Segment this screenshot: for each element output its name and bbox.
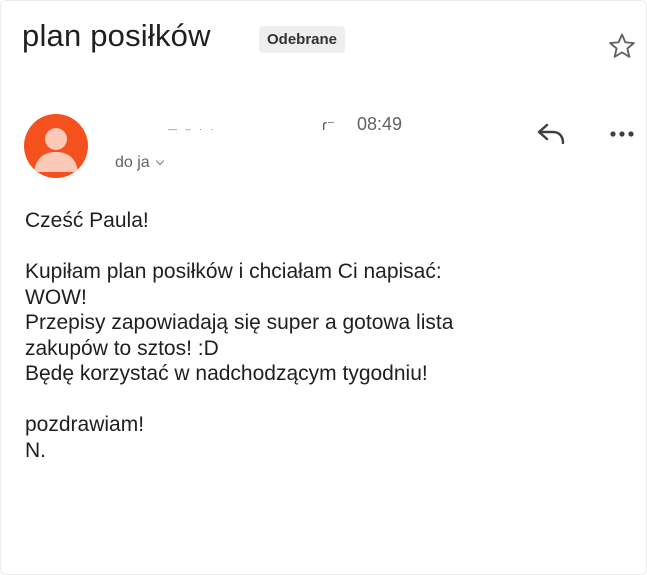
chevron-down-icon xyxy=(155,156,164,166)
more-horizontal-icon[interactable] xyxy=(608,124,636,144)
recipient-toggle[interactable]: do ja xyxy=(115,154,164,172)
body-line: Będę korzystać w nadchodzącym tygodniu! xyxy=(25,362,428,385)
body-signoff: pozdrawiam! xyxy=(25,413,145,436)
body-signature: N. xyxy=(25,438,46,462)
email-time: 08:49 xyxy=(357,114,403,134)
recipient-label: do ja xyxy=(115,154,150,171)
person-avatar-icon xyxy=(34,128,78,172)
time-prefix: ɾ⁻ xyxy=(322,117,335,134)
sender-name[interactable]: — – · · xyxy=(168,124,217,134)
inbox-label-badge[interactable]: Odebrane xyxy=(259,26,346,53)
body-line: Przepisy zapowiadają się super a gotowa … xyxy=(25,311,454,334)
email-body: Cześć Paula! Kupiłam plan posiłków i chc… xyxy=(25,208,625,463)
body-line: zakupów to sztos! :D xyxy=(25,336,219,360)
sender-avatar[interactable] xyxy=(24,114,88,178)
body-line: Kupiłam plan posiłków i chciałam Ci napi… xyxy=(25,260,442,283)
email-subject: plan posiłków xyxy=(22,18,211,53)
body-greeting: Cześć Paula! xyxy=(25,209,149,232)
reply-icon[interactable] xyxy=(536,121,566,147)
body-line: WOW! xyxy=(25,285,87,309)
star-icon[interactable] xyxy=(607,31,637,61)
